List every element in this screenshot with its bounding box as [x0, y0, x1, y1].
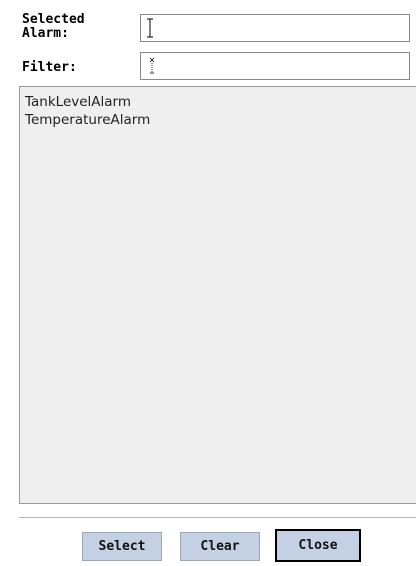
- clear-button[interactable]: Clear: [180, 532, 260, 561]
- alarm-list[interactable]: TankLevelAlarm TemperatureAlarm: [19, 86, 416, 504]
- selected-alarm-label: Selected Alarm:: [22, 12, 85, 41]
- button-bar-divider: [19, 517, 416, 518]
- alarm-list-item-temperature[interactable]: TemperatureAlarm: [20, 111, 416, 129]
- filter-label: Filter:: [22, 60, 77, 75]
- close-button[interactable]: Close: [275, 529, 361, 562]
- busy-cursor-icon: [149, 57, 155, 74]
- select-button[interactable]: Select: [82, 532, 162, 561]
- alarm-list-item-tank-level[interactable]: TankLevelAlarm: [20, 93, 416, 111]
- i-beam-cursor-icon: [147, 18, 153, 38]
- alarm-selection-dialog: Selected Alarm: Filter: TankLevelAlarm T…: [0, 0, 416, 566]
- filter-field[interactable]: [140, 52, 410, 80]
- selected-alarm-field[interactable]: [140, 14, 410, 42]
